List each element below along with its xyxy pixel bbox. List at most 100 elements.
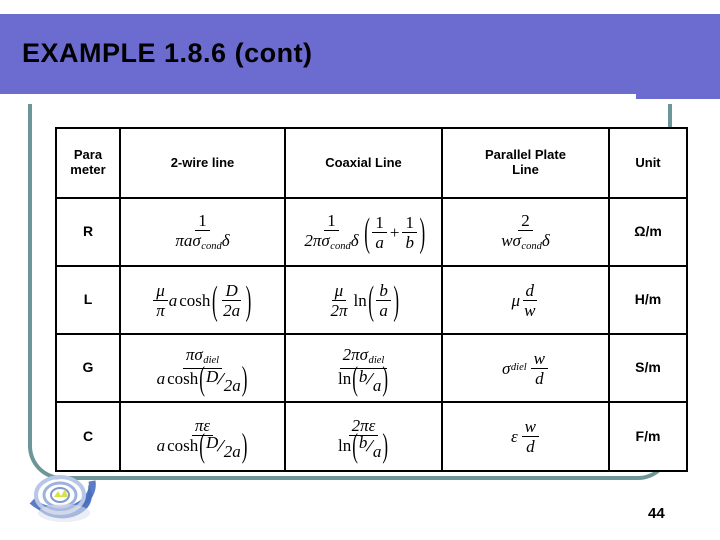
right-paren: ) [245, 277, 252, 323]
formula-coaxial-C: 2πε ln(b / a) [334, 415, 393, 463]
sym-a: a [168, 290, 178, 310]
unit-label: Ω/m [634, 223, 662, 239]
left-paren: ( [211, 277, 218, 323]
sym-sigma: σ [321, 230, 330, 250]
formula-parallel-plate-L: μ d w [512, 282, 540, 319]
denominator: a cosh(D/2a) [154, 428, 252, 462]
cell-unit-G: S/m [608, 333, 688, 403]
denominator: π [156, 300, 165, 320]
table-row: R 1 πaσcondδ 1 2πσcondδ (1 a + 1 b) 2 … [55, 197, 688, 267]
plus-sign: + [389, 222, 400, 242]
right-paren: ) [393, 277, 400, 323]
right-paren: ) [241, 359, 248, 398]
sub-diel: diel [510, 361, 527, 373]
formula-parallel-plate-R: 2 wσcondδ [497, 212, 554, 253]
formula-coaxial-G: 2πσdiel ln(b / a) [334, 345, 393, 396]
company-swirl-logo [29, 475, 96, 523]
numerator: 1 [402, 214, 417, 233]
page-number: 44 [648, 505, 665, 522]
sym-w: w [501, 230, 513, 250]
cell-two-wire-L: μ π a cosh ( D 2a ) [119, 265, 286, 335]
denominator: a [372, 442, 382, 462]
cosh-operator: cosh [167, 369, 199, 389]
numerator: D [222, 282, 241, 301]
numerator: d [522, 282, 538, 301]
parameter-label: R [82, 223, 94, 239]
denominator: 2a [223, 375, 241, 395]
cell-two-wire-G: πσdiel a cosh(D/2a) [119, 333, 286, 403]
denominator: 2π [330, 300, 348, 320]
sym-sigma: σ [192, 230, 201, 250]
formula-parallel-plate-G: σ diel w d [502, 350, 549, 387]
numerator: b [376, 282, 391, 301]
sym-two-pi: 2π [304, 230, 322, 250]
cell-unit-L: H/m [608, 265, 688, 335]
numerator: μ [153, 282, 168, 301]
cell-two-wire-C: πε a cosh(D/2a) [119, 401, 286, 472]
left-paren: ( [352, 359, 358, 398]
sym-sigma: σ [512, 230, 521, 250]
right-paren: ) [241, 426, 248, 465]
formula-coaxial-L: μ 2π ln ( b a ) [326, 277, 400, 323]
header-parameter-line1: Para [73, 147, 103, 163]
sub-cond: cond [201, 240, 222, 252]
sym-mu: μ [511, 290, 521, 310]
cell-coaxial-L: μ 2π ln ( b a ) [284, 265, 443, 335]
sym-delta: δ [350, 230, 359, 250]
numerator: 2 [518, 212, 533, 231]
sym-epsilon: ε [368, 415, 376, 435]
ln-operator: ln [337, 369, 352, 389]
parameter-label: G [82, 359, 94, 375]
cell-parallel-plate-R: 2 wσcondδ [441, 197, 610, 267]
cell-unit-C: F/m [608, 401, 688, 472]
formula-coaxial-R: 1 2πσcondδ ( 1 a + 1 b ) [300, 212, 426, 253]
page-title: EXAMPLE 1.8.6 (cont) [22, 38, 313, 68]
unit-label: F/m [635, 427, 661, 444]
formula-two-wire-R: 1 πaσcondδ [171, 212, 233, 253]
numerator: 1 [195, 212, 210, 231]
transmission-line-parameter-table: Para meter 2-wire line Coaxial Line Para… [55, 127, 688, 472]
formula-two-wire-G: πσdiel a cosh(D/2a) [153, 346, 253, 396]
sym-a: a [156, 369, 166, 389]
formula-two-wire-L: μ π a cosh ( D 2a ) [152, 277, 253, 323]
numerator: w [521, 418, 540, 437]
header-parallel-plate: Parallel Plate Line [441, 127, 610, 199]
sym-sigma: σ [359, 345, 369, 365]
cell-parallel-plate-L: μ d w [441, 265, 610, 335]
cell-parameter-G: G [55, 333, 121, 403]
unit-label: H/m [634, 291, 662, 307]
ln-operator: ln [353, 290, 367, 310]
denominator: d [535, 368, 544, 388]
cell-parameter-R: R [55, 197, 121, 267]
denominator: a [379, 300, 388, 320]
unit-label: S/m [635, 359, 661, 375]
header-two-wire: 2-wire line [119, 127, 286, 199]
table-row: C πε a cosh(D/2a) 2πε ln(b / a) ε w d … [55, 401, 688, 472]
header-parameter: Para meter [55, 127, 121, 199]
left-paren: ( [199, 426, 205, 465]
numerator: μ [331, 282, 347, 301]
cosh-operator: cosh [179, 290, 211, 310]
header-unit: Unit [608, 127, 688, 199]
numerator: 1 [324, 212, 339, 231]
cell-parallel-plate-C: ε w d [441, 401, 610, 472]
left-paren: ( [199, 359, 205, 398]
cell-parallel-plate-G: σ diel w d [441, 333, 610, 403]
denominator: a cosh(D/2a) [154, 362, 252, 396]
cell-coaxial-C: 2πε ln(b / a) [284, 401, 443, 472]
table-body: R 1 πaσcondδ 1 2πσcondδ (1 a + 1 b) 2 … [55, 197, 688, 472]
sym-a: a [156, 435, 166, 455]
numerator: 1 [372, 214, 387, 233]
cell-coaxial-G: 2πσdiel ln(b / a) [284, 333, 443, 403]
denominator: 2πσcondδ [301, 231, 361, 253]
denominator: wσcondδ [498, 231, 553, 253]
formula-two-wire-C: πε a cosh(D/2a) [153, 417, 253, 463]
denominator: ln(b / a) [335, 362, 392, 396]
right-paren: ) [419, 209, 426, 255]
table-row: L μ π a cosh ( D 2a ) μ 2π ln (b a) μ … [55, 265, 688, 335]
sub-cond: cond [521, 240, 542, 252]
numerator: 2πσdiel [339, 345, 388, 370]
sub-cond: cond [330, 240, 351, 252]
formula-parallel-plate-C: ε w d [511, 418, 540, 455]
denominator: πaσcondδ [172, 231, 232, 253]
